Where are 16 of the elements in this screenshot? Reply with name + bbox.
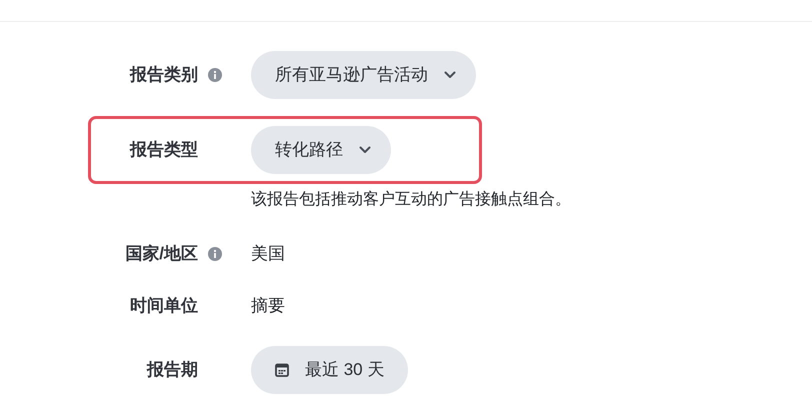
field-value: 美国 [251, 243, 285, 265]
dropdown-button[interactable]: 所有亚马逊广告活动 [251, 51, 476, 99]
chevron-down-icon [444, 71, 456, 79]
field-value: 摘要 [251, 294, 285, 316]
field-label: 国家/地区 [125, 243, 198, 265]
calendar-icon [275, 363, 289, 377]
info-icon[interactable] [208, 246, 222, 261]
description-text: 该报告包括推动客户互动的广告接触点组合。 [251, 190, 572, 210]
field-label: 报告期 [147, 359, 198, 382]
date-range-button[interactable]: 最近 30 天 [251, 346, 408, 394]
dropdown-button[interactable]: 转化路径 [251, 126, 391, 174]
field-label: 报告类别 [130, 64, 198, 86]
field-label: 时间单位 [130, 294, 198, 316]
info-icon[interactable] [208, 68, 222, 82]
chevron-down-icon [359, 146, 371, 154]
field-label: 报告类型 [130, 139, 198, 162]
